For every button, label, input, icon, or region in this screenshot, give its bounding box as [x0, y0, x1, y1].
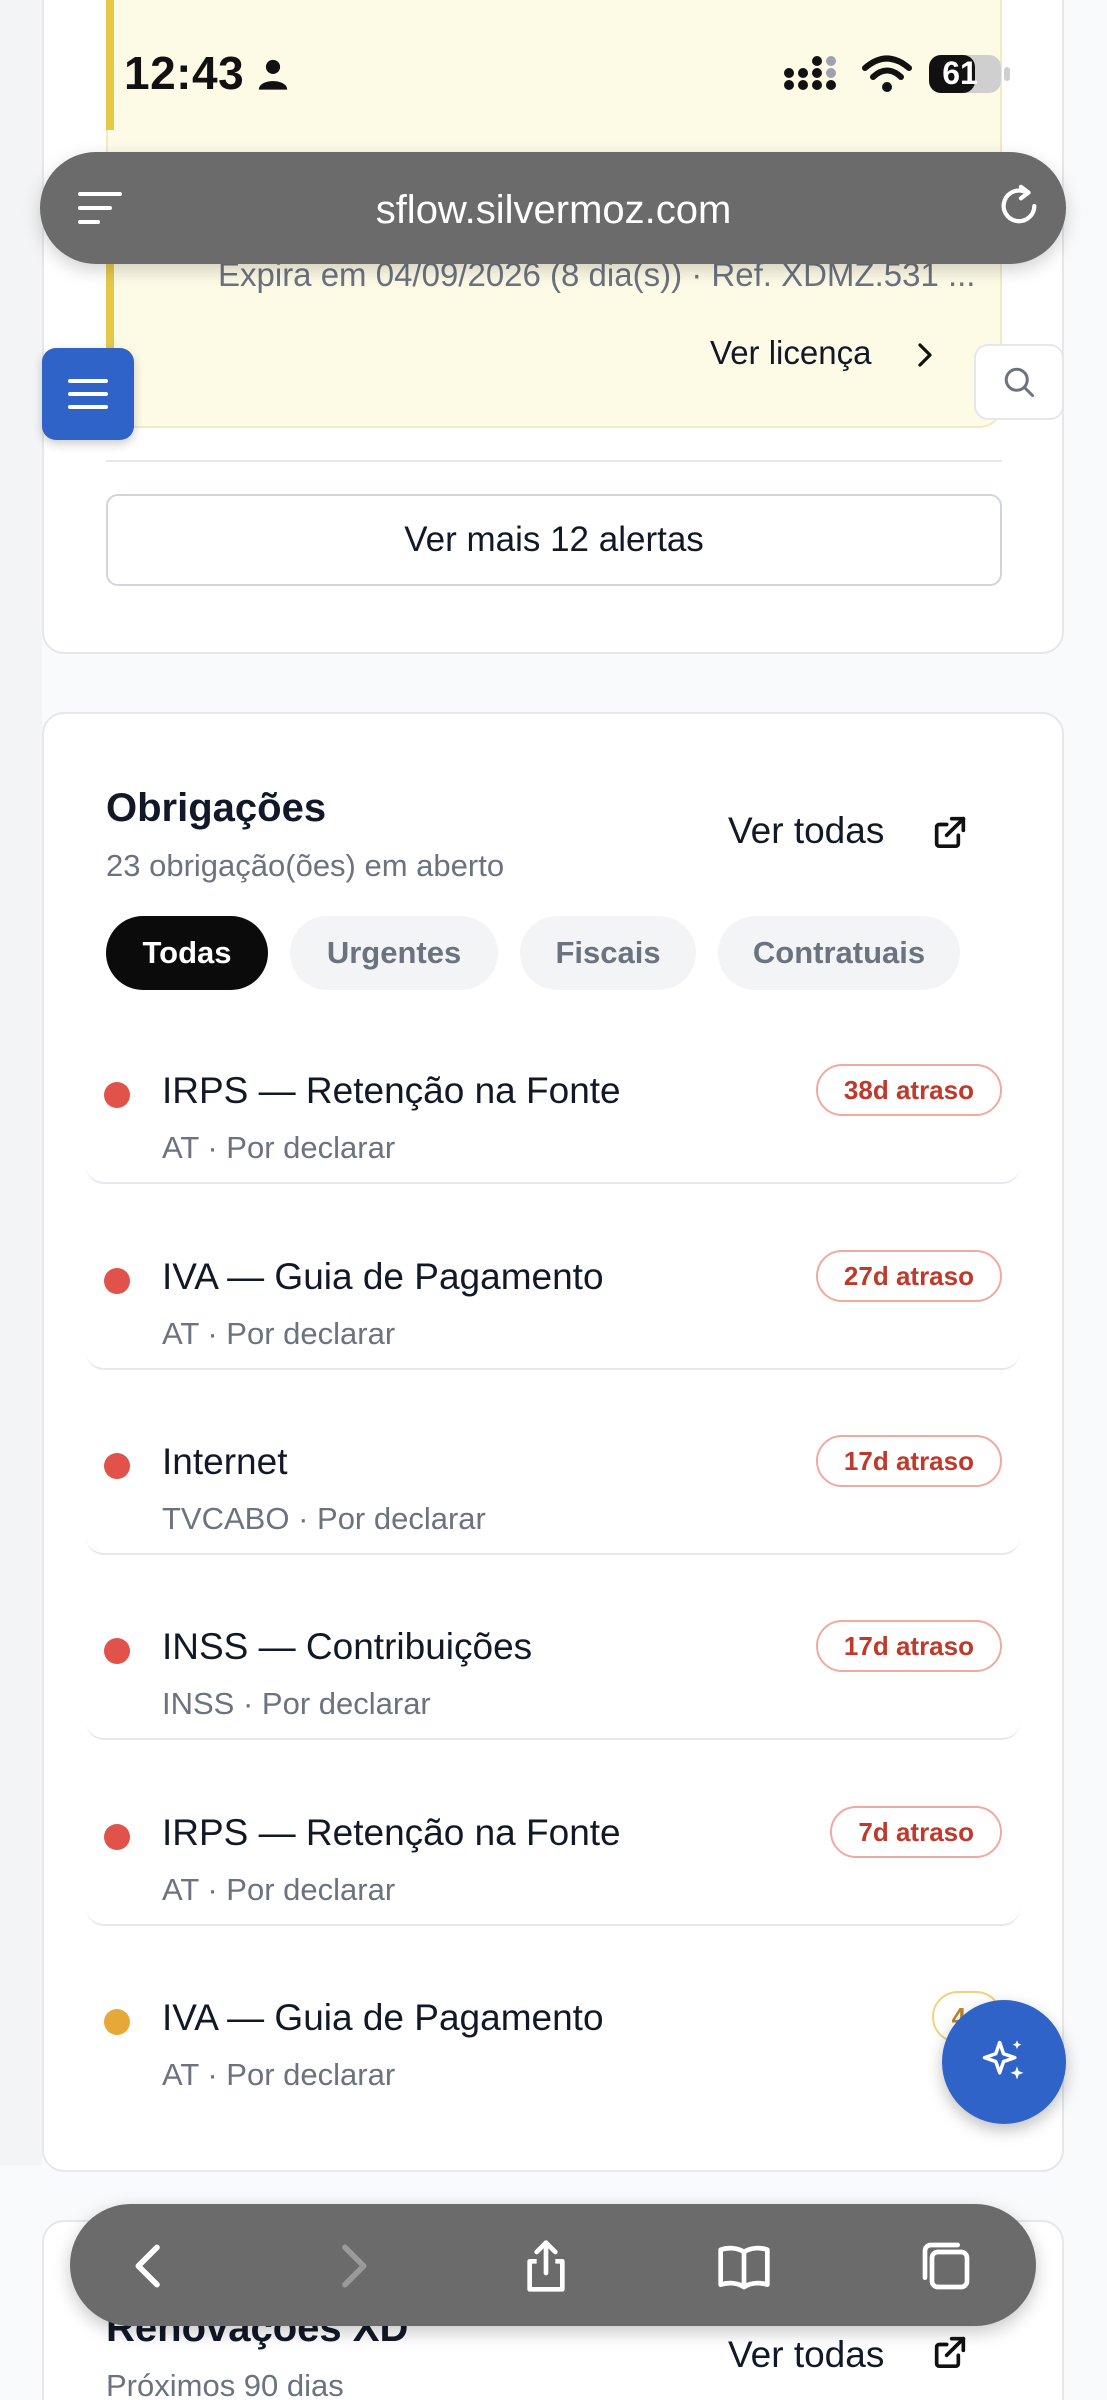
obrigacao-meta: TVCABO · Por declarar: [162, 1501, 486, 1536]
hamburger-icon: [68, 379, 108, 409]
status-badge: 17d atraso: [815, 1435, 1002, 1487]
obrigacao-row[interactable]: IVA — Guia de Pagamento AT · Por declara…: [86, 1220, 1020, 1370]
status-dot: [104, 1824, 130, 1850]
ai-assistant-button[interactable]: [942, 2000, 1066, 2124]
obrigacao-meta: AT · Por declarar: [162, 1872, 396, 1907]
ver-mais-alertas-button[interactable]: Ver mais 12 alertas: [106, 494, 1002, 586]
status-dot: [104, 2009, 130, 2035]
divider: [106, 460, 1002, 462]
wifi-icon: [862, 55, 912, 92]
cellular-signal-icon: [784, 56, 836, 90]
obrigacao-meta: INSS · Por declarar: [162, 1686, 431, 1721]
license-alert-stripe: [106, 0, 114, 130]
status-dot: [104, 1082, 130, 1108]
obrigacao-name: IVA — Guia de Pagamento: [162, 1997, 604, 2038]
obrigacao-meta: AT · Por declarar: [162, 1130, 396, 1165]
status-badge: 7d atraso: [830, 1806, 1002, 1858]
external-link-icon[interactable]: [930, 812, 970, 852]
chevron-right-icon[interactable]: [910, 338, 940, 372]
filter-chip-fiscais[interactable]: Fiscais: [520, 916, 696, 990]
status-badge: 27d atraso: [815, 1250, 1002, 1302]
filter-chip-todas[interactable]: Todas: [106, 916, 268, 990]
filter-chip-contratuais[interactable]: Contratuais: [718, 916, 960, 990]
obrigacao-meta: AT · Por declarar: [162, 2057, 396, 2092]
status-dot: [104, 1638, 130, 1664]
obrigacao-name: Internet: [162, 1441, 288, 1482]
obrigacao-name: INSS — Contribuições: [162, 1626, 533, 1667]
obrigacao-meta: AT · Por declarar: [162, 1316, 396, 1351]
status-badge: 17d atraso: [815, 1620, 1002, 1672]
filter-chip-urgentes[interactable]: Urgentes: [290, 916, 498, 990]
tabs-icon[interactable]: [918, 2238, 974, 2294]
battery-level: 61: [942, 55, 978, 91]
obrigacao-row[interactable]: INSS — Contribuições INSS · Por declarar…: [86, 1590, 1020, 1740]
obrigacao-row[interactable]: Internet TVCABO · Por declarar 17d atras…: [86, 1405, 1020, 1555]
share-icon[interactable]: [518, 2238, 574, 2294]
obrigacao-name: IRPS — Retenção na Fonte: [162, 1812, 621, 1853]
external-link-icon[interactable]: [930, 2332, 970, 2372]
back-icon[interactable]: [122, 2238, 178, 2294]
status-dot: [104, 1453, 130, 1479]
search-button[interactable]: [974, 344, 1064, 420]
obrigacao-row[interactable]: IVA — Guia de Pagamento AT · Por declara…: [86, 1961, 1020, 2111]
battery-icon: 61: [928, 53, 1012, 95]
renovacoes-subtitle: Próximos 90 dias: [106, 2368, 344, 2400]
status-dot: [104, 1268, 130, 1294]
person-icon: [258, 59, 288, 90]
bookmarks-icon[interactable]: [716, 2238, 772, 2294]
obrigacoes-subtitle: 23 obrigação(ões) em aberto: [106, 848, 505, 883]
renovacoes-ver-todas-link[interactable]: Ver todas: [728, 2334, 884, 2376]
forward-icon[interactable]: [324, 2238, 380, 2294]
obrigacao-name: IRPS — Retenção na Fonte: [162, 1070, 621, 1111]
search-icon: [1004, 367, 1034, 397]
status-badge: 38d atraso: [815, 1064, 1002, 1116]
obrigacao-row[interactable]: IRPS — Retenção na Fonte AT · Por declar…: [86, 1776, 1020, 1926]
page-gutter: [0, 0, 42, 2165]
obrigacoes-ver-todas-link[interactable]: Ver todas: [728, 810, 884, 852]
status-time: 12:43: [124, 47, 245, 99]
sidebar-toggle-button[interactable]: [42, 348, 134, 440]
obrigacao-row[interactable]: IRPS — Retenção na Fonte AT · Por declar…: [86, 1034, 1020, 1184]
obrigacao-name: IVA — Guia de Pagamento: [162, 1256, 604, 1297]
ver-licenca-link[interactable]: Ver licença: [710, 334, 871, 372]
url-text[interactable]: sflow.silvermoz.com: [0, 188, 1107, 233]
reload-icon[interactable]: [996, 183, 1042, 229]
sparkle-icon: [982, 2040, 1024, 2080]
obrigacoes-title: Obrigações: [106, 786, 327, 830]
